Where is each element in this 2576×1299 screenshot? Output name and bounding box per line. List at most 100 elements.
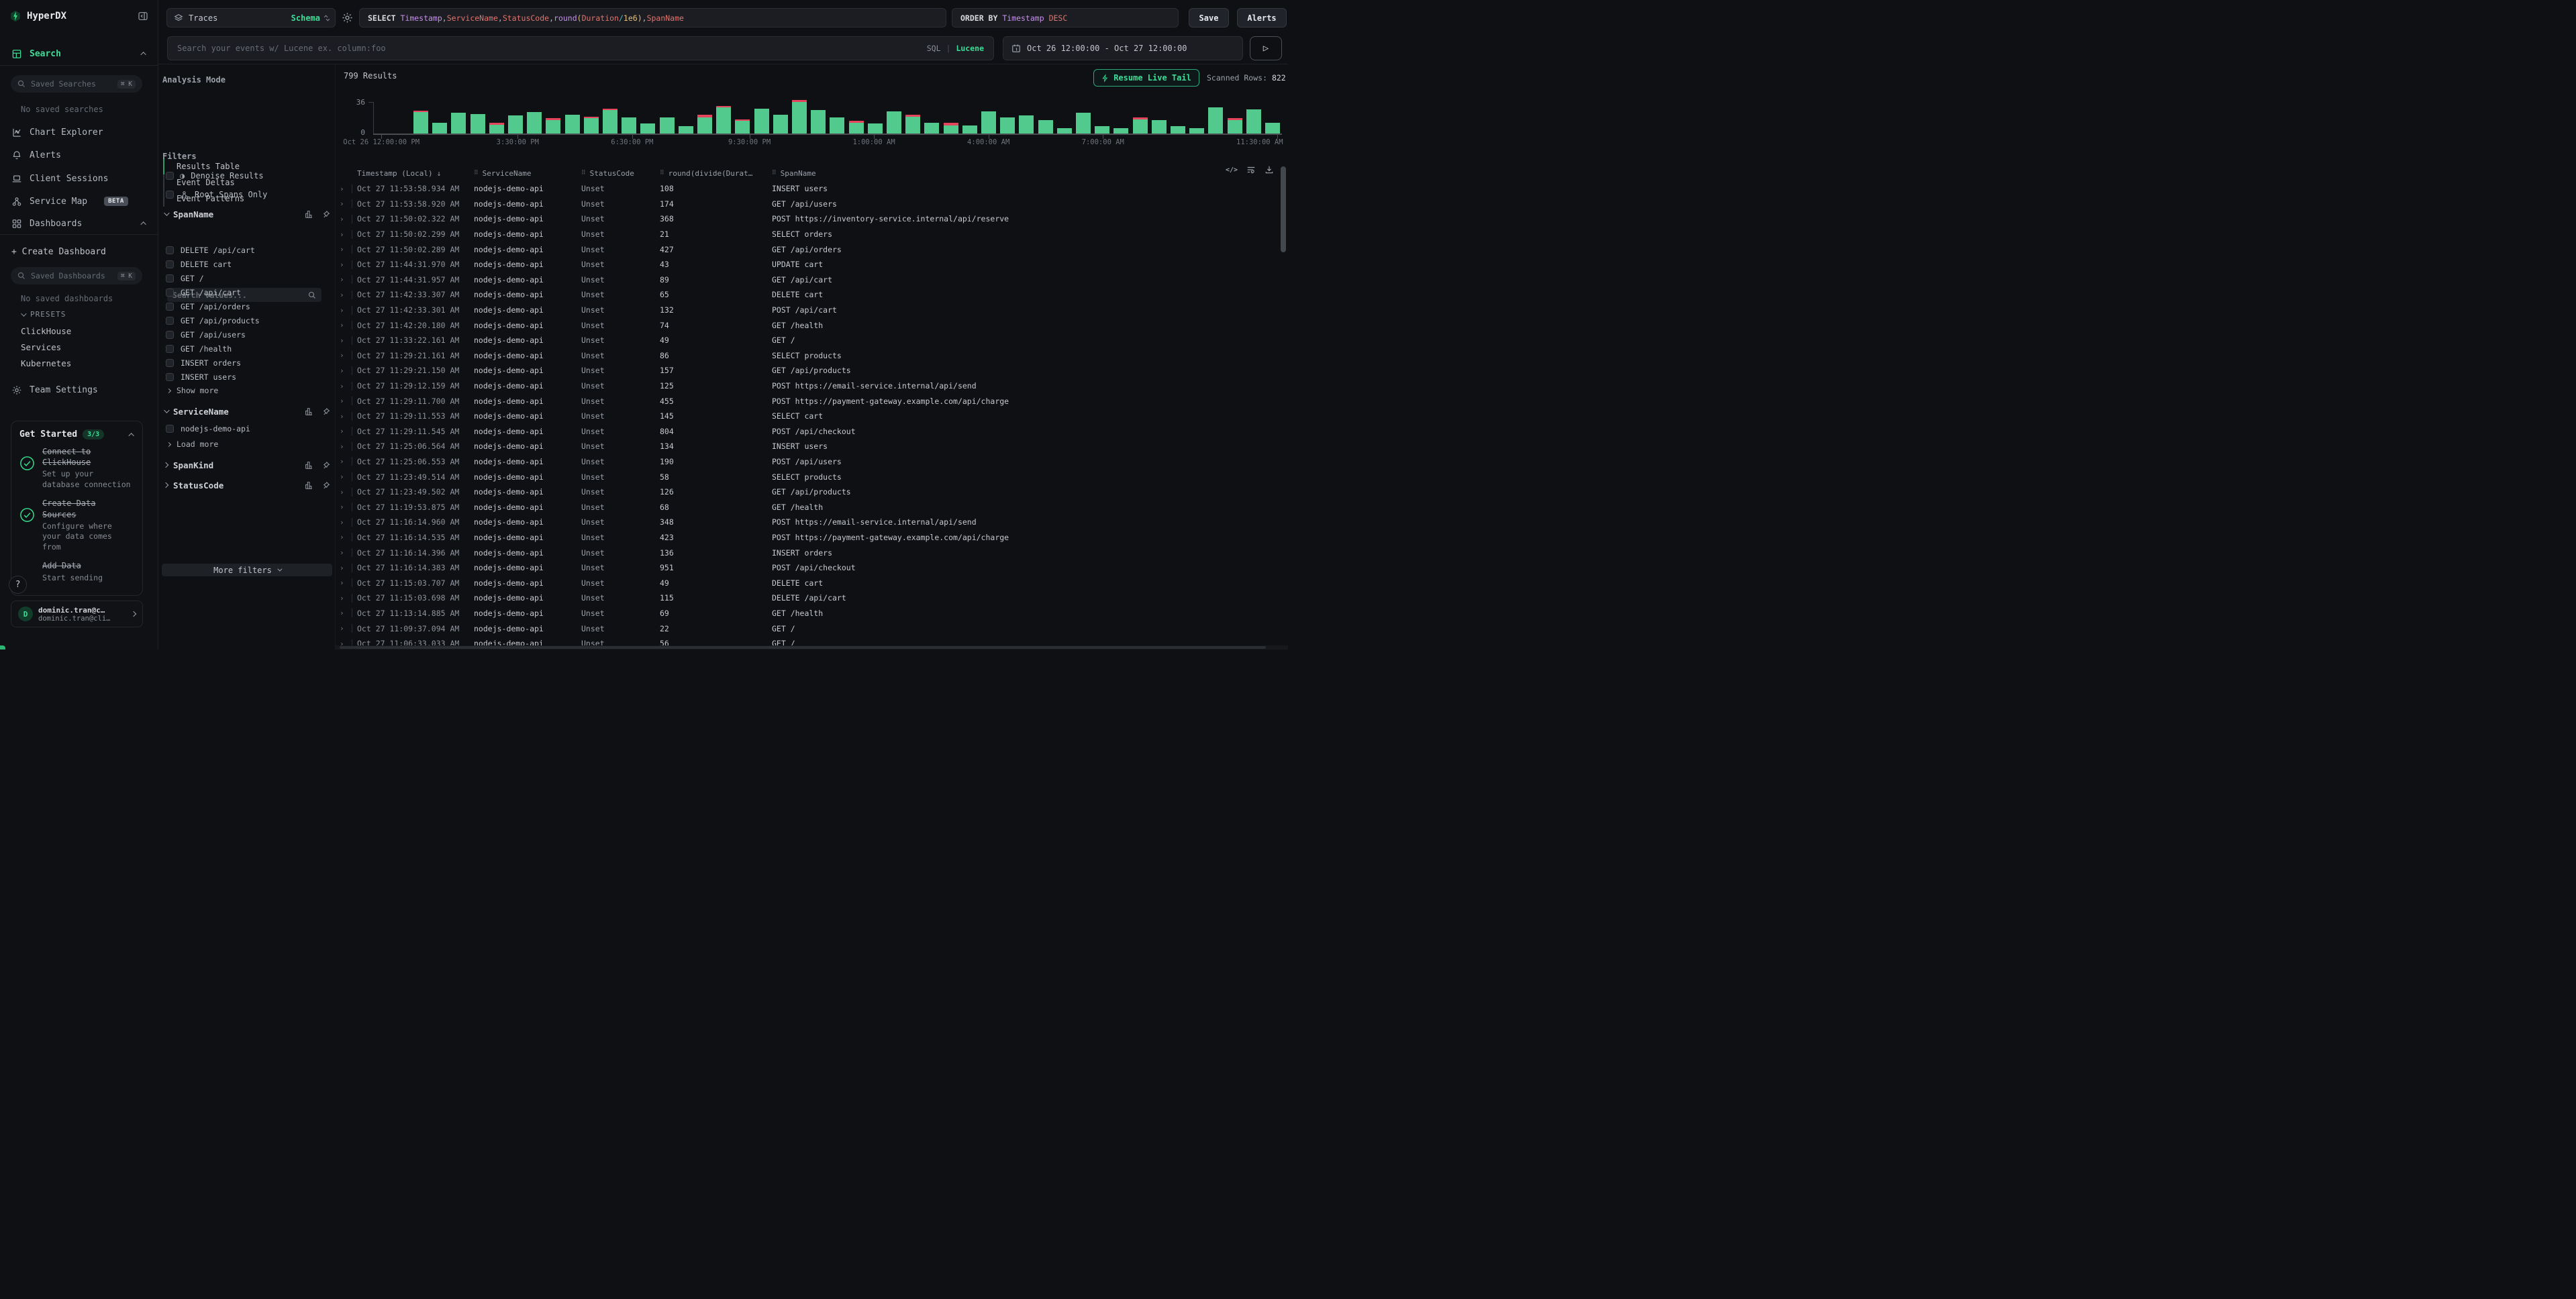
expand-row-icon[interactable]: › [340, 424, 357, 439]
table-row[interactable]: ›Oct 27 11:16:14.960 AMnodejs-demo-apiUn… [336, 515, 1279, 530]
spanname-show-more[interactable]: Show more [167, 384, 218, 397]
histogram-bar[interactable] [508, 115, 523, 134]
table-row[interactable]: ›Oct 27 11:42:33.301 AMnodejs-demo-apiUn… [336, 303, 1279, 318]
histogram-bar-error[interactable] [792, 100, 807, 102]
expand-row-icon[interactable]: › [340, 515, 357, 530]
saved-searches-search[interactable]: ⌘ K [11, 75, 142, 93]
sidebar-item-service-map[interactable]: Service Map BETA [0, 191, 158, 211]
histogram-bar-error[interactable] [1133, 117, 1148, 119]
table-row[interactable]: ›Oct 27 11:29:11.545 AMnodejs-demo-apiUn… [336, 424, 1279, 439]
checkbox[interactable] [166, 359, 174, 367]
histogram-bar[interactable] [1113, 128, 1128, 134]
histogram-bar[interactable] [1152, 120, 1167, 134]
histogram-bar-error[interactable] [489, 123, 504, 125]
histogram-bar[interactable] [697, 117, 712, 134]
column-header-timestamp[interactable]: Timestamp (Local)↓ [357, 169, 474, 178]
expand-row-icon[interactable]: › [340, 621, 357, 636]
expand-row-icon[interactable]: › [340, 211, 357, 227]
histogram-bar[interactable] [1208, 107, 1223, 134]
preset-kubernetes[interactable]: Kubernetes [21, 358, 71, 368]
histogram-bar[interactable] [640, 123, 655, 134]
checkbox[interactable] [166, 274, 174, 282]
histogram-bar-error[interactable] [849, 121, 864, 123]
histogram-bar[interactable] [679, 126, 693, 134]
filter-value-row[interactable]: DELETE cart [166, 257, 327, 271]
source-settings-gear-icon[interactable] [342, 12, 353, 23]
checkbox[interactable] [166, 331, 174, 339]
histogram-bar[interactable] [735, 121, 750, 134]
select-clause-input[interactable]: SELECT Timestamp,ServiceName,StatusCode,… [359, 8, 946, 28]
table-row[interactable]: ›Oct 27 11:42:20.180 AMnodejs-demo-apiUn… [336, 317, 1279, 333]
expand-row-icon[interactable]: › [340, 409, 357, 424]
chevron-up-icon[interactable] [140, 52, 146, 57]
filter-value-row[interactable]: GET /api/products [166, 313, 327, 327]
expand-row-icon[interactable]: › [340, 378, 357, 394]
table-row[interactable]: ›Oct 27 11:29:11.700 AMnodejs-demo-apiUn… [336, 393, 1279, 409]
event-search-bar[interactable]: SQL | Lucene [167, 36, 994, 60]
saved-searches-input[interactable] [31, 79, 112, 89]
checkbox[interactable] [166, 246, 174, 254]
filter-value-row[interactable]: GET /health [166, 342, 327, 356]
histogram-bar[interactable] [830, 117, 844, 134]
histogram-bar[interactable] [489, 125, 504, 134]
histogram-bar-error[interactable] [546, 118, 560, 120]
table-row[interactable]: ›Oct 27 11:42:33.307 AMnodejs-demo-apiUn… [336, 287, 1279, 303]
table-row[interactable]: ›Oct 27 11:50:02.289 AMnodejs-demo-apiUn… [336, 242, 1279, 257]
histogram-bar-error[interactable] [413, 111, 428, 112]
checkbox[interactable] [166, 373, 174, 381]
chart-toggle-icon[interactable] [305, 461, 313, 470]
histogram-bar[interactable] [1057, 128, 1072, 134]
user-menu[interactable]: D dominic.tran@c… dominic.tran@cli… [11, 601, 143, 627]
alerts-button[interactable]: Alerts [1237, 8, 1287, 28]
get-started-step[interactable]: Connect to ClickHouse Set up your databa… [19, 446, 134, 490]
saved-dashboards-search[interactable]: ⌘ K [11, 267, 142, 284]
pin-icon[interactable] [321, 481, 330, 490]
pin-icon[interactable] [321, 407, 330, 416]
expand-row-icon[interactable]: › [340, 363, 357, 378]
expand-row-icon[interactable]: › [340, 197, 357, 212]
filter-value-row[interactable]: INSERT users [166, 370, 327, 384]
expand-row-icon[interactable]: › [340, 545, 357, 560]
histogram-bar[interactable] [792, 102, 807, 134]
histogram-bar[interactable] [451, 113, 466, 134]
histogram-bar-error[interactable] [697, 115, 712, 117]
histogram-bar[interactable] [1095, 126, 1109, 134]
expand-row-icon[interactable]: › [340, 606, 357, 621]
table-row[interactable]: ›Oct 27 11:53:58.920 AMnodejs-demo-apiUn… [336, 197, 1279, 212]
expand-row-icon[interactable]: › [340, 272, 357, 288]
sidebar-item-client-sessions[interactable]: Client Sessions [0, 168, 158, 189]
histogram-bar[interactable] [660, 117, 675, 134]
checkbox[interactable] [166, 260, 174, 268]
expand-row-icon[interactable]: › [340, 348, 357, 364]
histogram-bar-error[interactable] [584, 117, 599, 118]
histogram-bar[interactable] [981, 111, 996, 134]
checkbox[interactable] [166, 317, 174, 325]
histogram-bar[interactable] [905, 117, 920, 134]
more-filters-button[interactable]: More filters [162, 564, 332, 576]
sidebar-item-search[interactable]: Search [0, 43, 158, 64]
checkbox[interactable] [166, 345, 174, 353]
pin-icon[interactable] [321, 210, 330, 219]
view-source-icon[interactable]: </> [1226, 166, 1238, 174]
histogram-bar[interactable] [603, 110, 617, 134]
sidebar-item-dashboards[interactable]: Dashboards [0, 213, 158, 233]
histogram-bar[interactable] [584, 118, 599, 134]
histogram-bar[interactable] [546, 120, 560, 134]
create-dashboard-button[interactable]: + Create Dashboard [0, 242, 158, 262]
sql-toggle[interactable]: SQL [927, 44, 941, 53]
filter-value-row[interactable]: GET / [166, 271, 327, 285]
filter-value-row[interactable]: GET /api/cart [166, 285, 327, 299]
checkbox[interactable] [166, 172, 174, 180]
chart-toggle-icon[interactable] [305, 210, 313, 219]
checkbox[interactable] [166, 191, 174, 199]
drag-handle-icon[interactable]: ⠿ [474, 170, 479, 176]
expand-row-icon[interactable]: › [340, 287, 357, 303]
expand-row-icon[interactable]: › [340, 469, 357, 484]
table-row[interactable]: ›Oct 27 11:16:14.383 AMnodejs-demo-apiUn… [336, 560, 1279, 576]
histogram-bar[interactable] [470, 114, 485, 134]
expand-row-icon[interactable]: › [340, 333, 357, 348]
expand-row-icon[interactable]: › [340, 393, 357, 409]
histogram-bar[interactable] [754, 109, 769, 134]
histogram-bar[interactable] [1019, 115, 1034, 134]
query-language-toggle[interactable]: SQL | Lucene [927, 44, 984, 53]
